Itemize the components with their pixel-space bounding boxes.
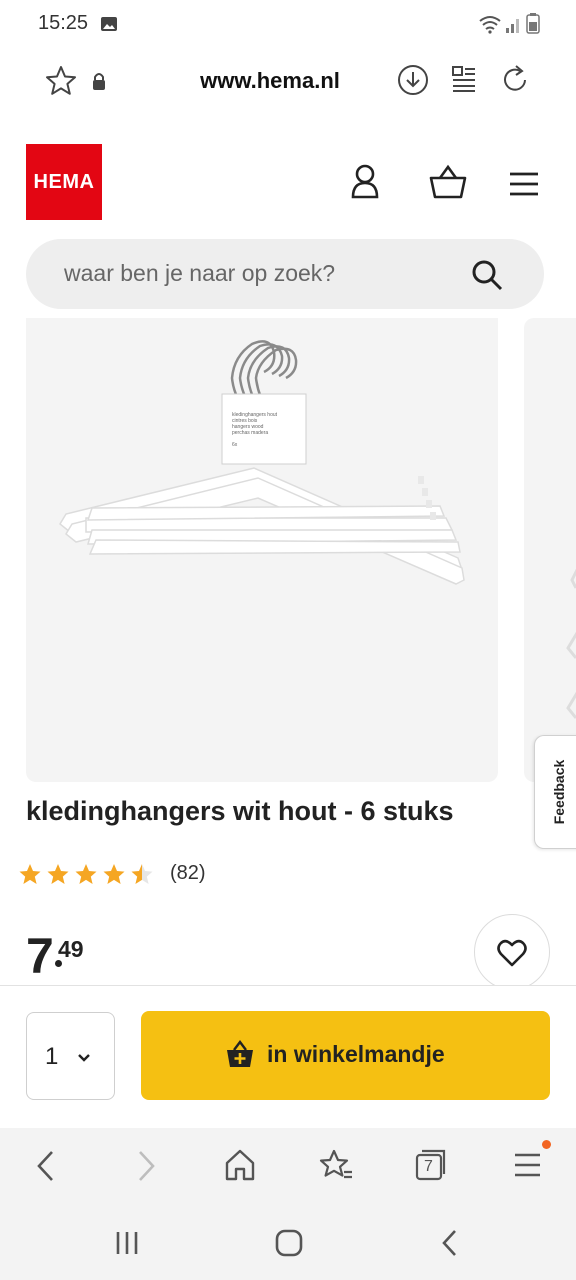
reload-icon[interactable] bbox=[498, 63, 532, 97]
heart-icon bbox=[497, 939, 527, 967]
product-image[interactable]: kledinghangers hout cintres bois hangers… bbox=[26, 318, 498, 782]
hangers-illustration bbox=[566, 568, 576, 719]
package-label-line: perchas madera bbox=[232, 430, 268, 436]
signal-icon bbox=[506, 19, 519, 33]
product-title: kledinghangers wit hout - 6 stuks bbox=[26, 796, 454, 826]
chevron-down-icon bbox=[78, 1054, 90, 1062]
home-icon[interactable] bbox=[224, 1148, 256, 1182]
review-count[interactable]: (82) bbox=[170, 862, 206, 885]
package-label-line: 6x bbox=[232, 442, 238, 448]
tab-count: 7 bbox=[424, 1158, 433, 1175]
feedback-tab[interactable]: Feedback bbox=[534, 735, 576, 849]
search-input[interactable]: waar ben je naar op zoek? bbox=[64, 260, 335, 287]
recent-apps-icon[interactable] bbox=[114, 1230, 142, 1256]
battery-icon bbox=[526, 13, 540, 34]
feedback-label: Feedback bbox=[551, 759, 567, 825]
rating-stars bbox=[19, 864, 153, 884]
tabs-button[interactable]: 7 bbox=[414, 1148, 448, 1182]
lock-icon bbox=[93, 73, 105, 90]
half-star-icon bbox=[131, 864, 153, 884]
add-to-cart-label: in winkelmandje bbox=[267, 1041, 445, 1067]
hema-logo[interactable]: HEMA bbox=[26, 144, 102, 220]
basket-add-icon bbox=[227, 1040, 253, 1067]
back-nav-icon[interactable] bbox=[438, 1228, 462, 1258]
system-nav-bar bbox=[0, 1206, 576, 1280]
star-rating[interactable] bbox=[18, 858, 158, 890]
bookmarks-icon[interactable] bbox=[318, 1148, 354, 1182]
notification-dot bbox=[542, 1140, 551, 1149]
wifi-icon bbox=[479, 16, 501, 34]
forward-icon[interactable] bbox=[134, 1148, 158, 1184]
status-time: 15:25 bbox=[38, 12, 89, 34]
star-icon bbox=[75, 864, 97, 884]
next-product-image[interactable] bbox=[524, 318, 576, 782]
gallery-notification-icon bbox=[101, 17, 117, 31]
basket-icon[interactable] bbox=[428, 164, 468, 200]
favorite-button[interactable] bbox=[474, 914, 550, 990]
browser-toolbar: 7 bbox=[0, 1128, 576, 1206]
menu-icon[interactable] bbox=[508, 170, 540, 198]
download-icon[interactable] bbox=[396, 63, 430, 97]
status-bar: 15:25 bbox=[0, 0, 576, 50]
search-icon[interactable] bbox=[470, 258, 504, 292]
quantity-select[interactable]: 1 bbox=[26, 1012, 115, 1100]
url-text[interactable]: www.hema.nl bbox=[150, 68, 390, 94]
back-icon[interactable] bbox=[34, 1148, 58, 1184]
star-icon bbox=[103, 864, 125, 884]
home-nav-icon[interactable] bbox=[274, 1228, 304, 1258]
browser-url-bar: www.hema.nl bbox=[0, 50, 576, 112]
star-icon bbox=[47, 864, 69, 884]
search-bar[interactable]: waar ben je naar op zoek? bbox=[26, 239, 544, 309]
account-icon[interactable] bbox=[348, 163, 382, 201]
reader-mode-icon[interactable] bbox=[450, 64, 478, 94]
browser-menu-icon[interactable] bbox=[512, 1150, 544, 1180]
add-to-cart-button[interactable]: in winkelmandje bbox=[141, 1011, 550, 1100]
hangers-illustration: kledinghangers hout cintres bois hangers… bbox=[59, 340, 465, 585]
quantity-value: 1 bbox=[45, 1043, 59, 1070]
price-integer: 7 bbox=[26, 928, 54, 984]
logo-text: HEMA bbox=[33, 170, 95, 193]
price-decimal: 49 bbox=[58, 936, 84, 962]
bookmark-star-icon[interactable] bbox=[44, 64, 78, 98]
star-icon bbox=[19, 864, 41, 884]
